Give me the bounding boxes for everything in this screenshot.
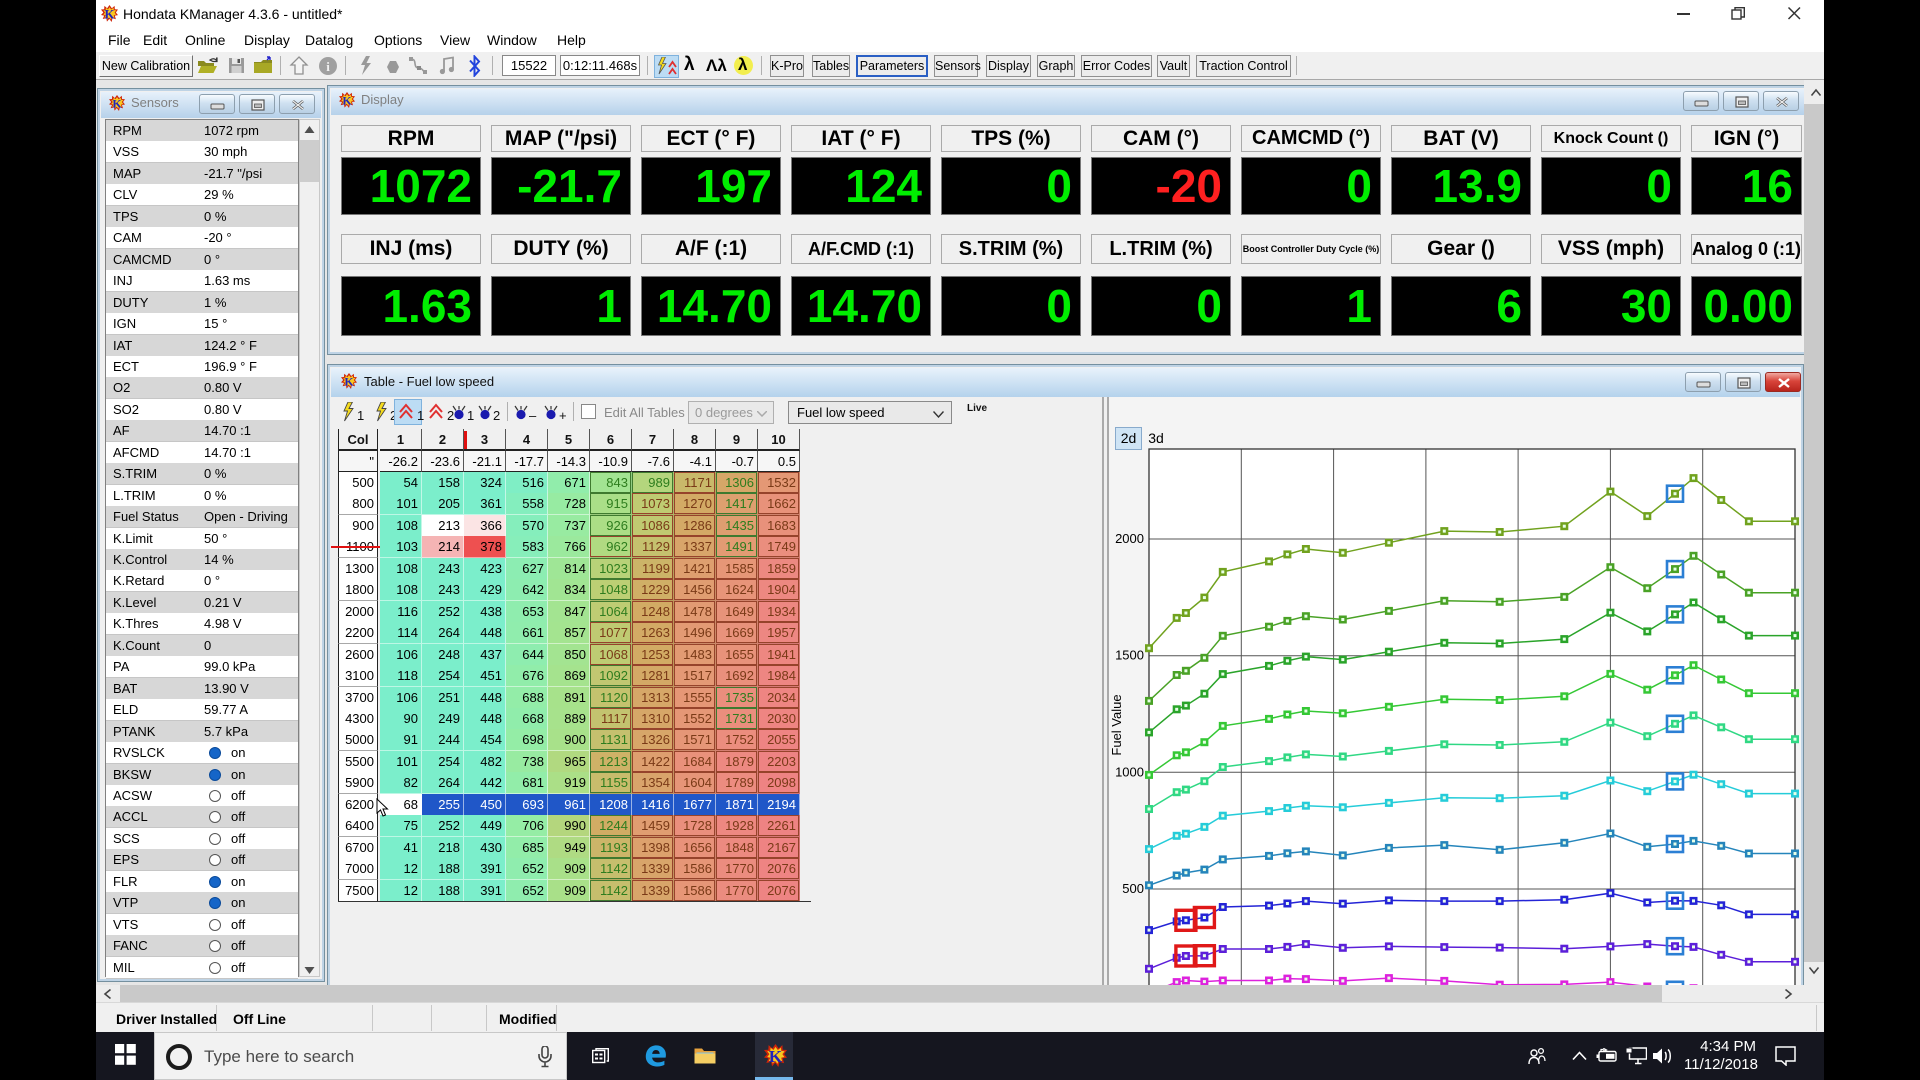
svg-text:2000: 2000 bbox=[1115, 531, 1144, 546]
svg-text:500: 500 bbox=[1122, 881, 1144, 896]
svg-text:Fuel Value: Fuel Value bbox=[1109, 694, 1124, 755]
svg-text:1500: 1500 bbox=[1115, 648, 1144, 663]
svg-text:1000: 1000 bbox=[1115, 764, 1144, 779]
svg-text:i: i bbox=[326, 59, 330, 74]
